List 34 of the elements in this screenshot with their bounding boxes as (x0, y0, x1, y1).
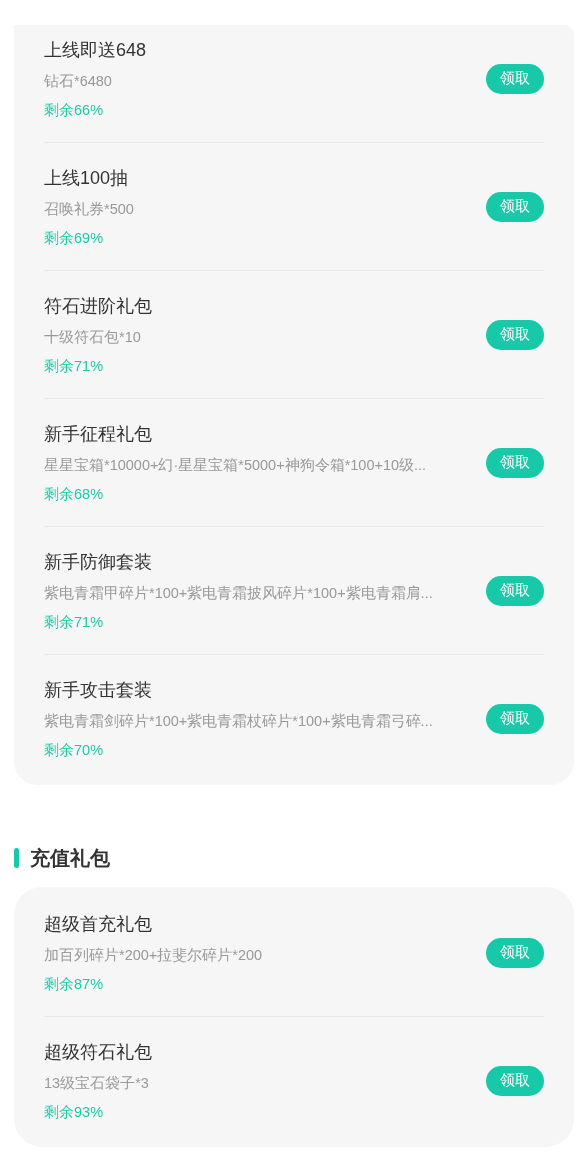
pack-contents: 星星宝箱*10000+幻·星星宝箱*5000+神狗令箱*100+10级... (44, 456, 428, 475)
remaining-percent: 剩余68% (44, 485, 105, 504)
pack-contents: 十级符石包*10 (44, 328, 142, 347)
pack-title: 符石进阶礼包 (44, 295, 153, 318)
claim-button[interactable]: 领取 (486, 191, 544, 222)
claim-button[interactable]: 领取 (486, 319, 544, 350)
remaining-percent: 剩余66% (44, 101, 105, 120)
pack-contents: 紫电青霜剑碎片*100+紫电青霜杖碎片*100+紫电青霜弓碎... (44, 712, 434, 731)
pack-title: 新手征程礼包 (44, 423, 153, 446)
pack-contents: 紫电青霜甲碎片*100+紫电青霜披风碎片*100+紫电青霜肩... (44, 584, 434, 603)
pack-title: 上线即送648 (44, 39, 148, 62)
claim-button[interactable]: 领取 (486, 1065, 544, 1096)
remaining-percent: 剩余71% (44, 357, 105, 376)
remaining-percent: 剩余93% (44, 1103, 105, 1122)
claim-button[interactable]: 领取 (486, 703, 544, 734)
heading-accent-bar (14, 848, 19, 868)
pack-title: 超级符石礼包 (44, 1041, 153, 1064)
pack-contents: 13级宝石袋子*3 (44, 1074, 150, 1093)
pack-title: 超级首充礼包 (44, 913, 153, 936)
pack-contents: 召唤礼券*500 (44, 200, 135, 219)
section-heading: 充值礼包 (30, 846, 110, 871)
claim-button[interactable]: 领取 (486, 575, 544, 606)
claim-button[interactable]: 领取 (486, 937, 544, 968)
remaining-percent: 剩余87% (44, 975, 105, 994)
pack-contents: 加百列碎片*200+拉斐尔碎片*200 (44, 946, 264, 965)
claim-button[interactable]: 领取 (486, 447, 544, 478)
pack-title: 新手攻击套装 (44, 679, 153, 702)
pack-contents: 钻石*6480 (44, 72, 113, 91)
remaining-percent: 剩余69% (44, 229, 105, 248)
pack-title: 新手防御套装 (44, 551, 153, 574)
remaining-percent: 剩余70% (44, 741, 105, 760)
remaining-percent: 剩余71% (44, 613, 105, 632)
claim-button[interactable]: 领取 (486, 63, 544, 94)
pack-title: 上线100抽 (44, 167, 130, 190)
